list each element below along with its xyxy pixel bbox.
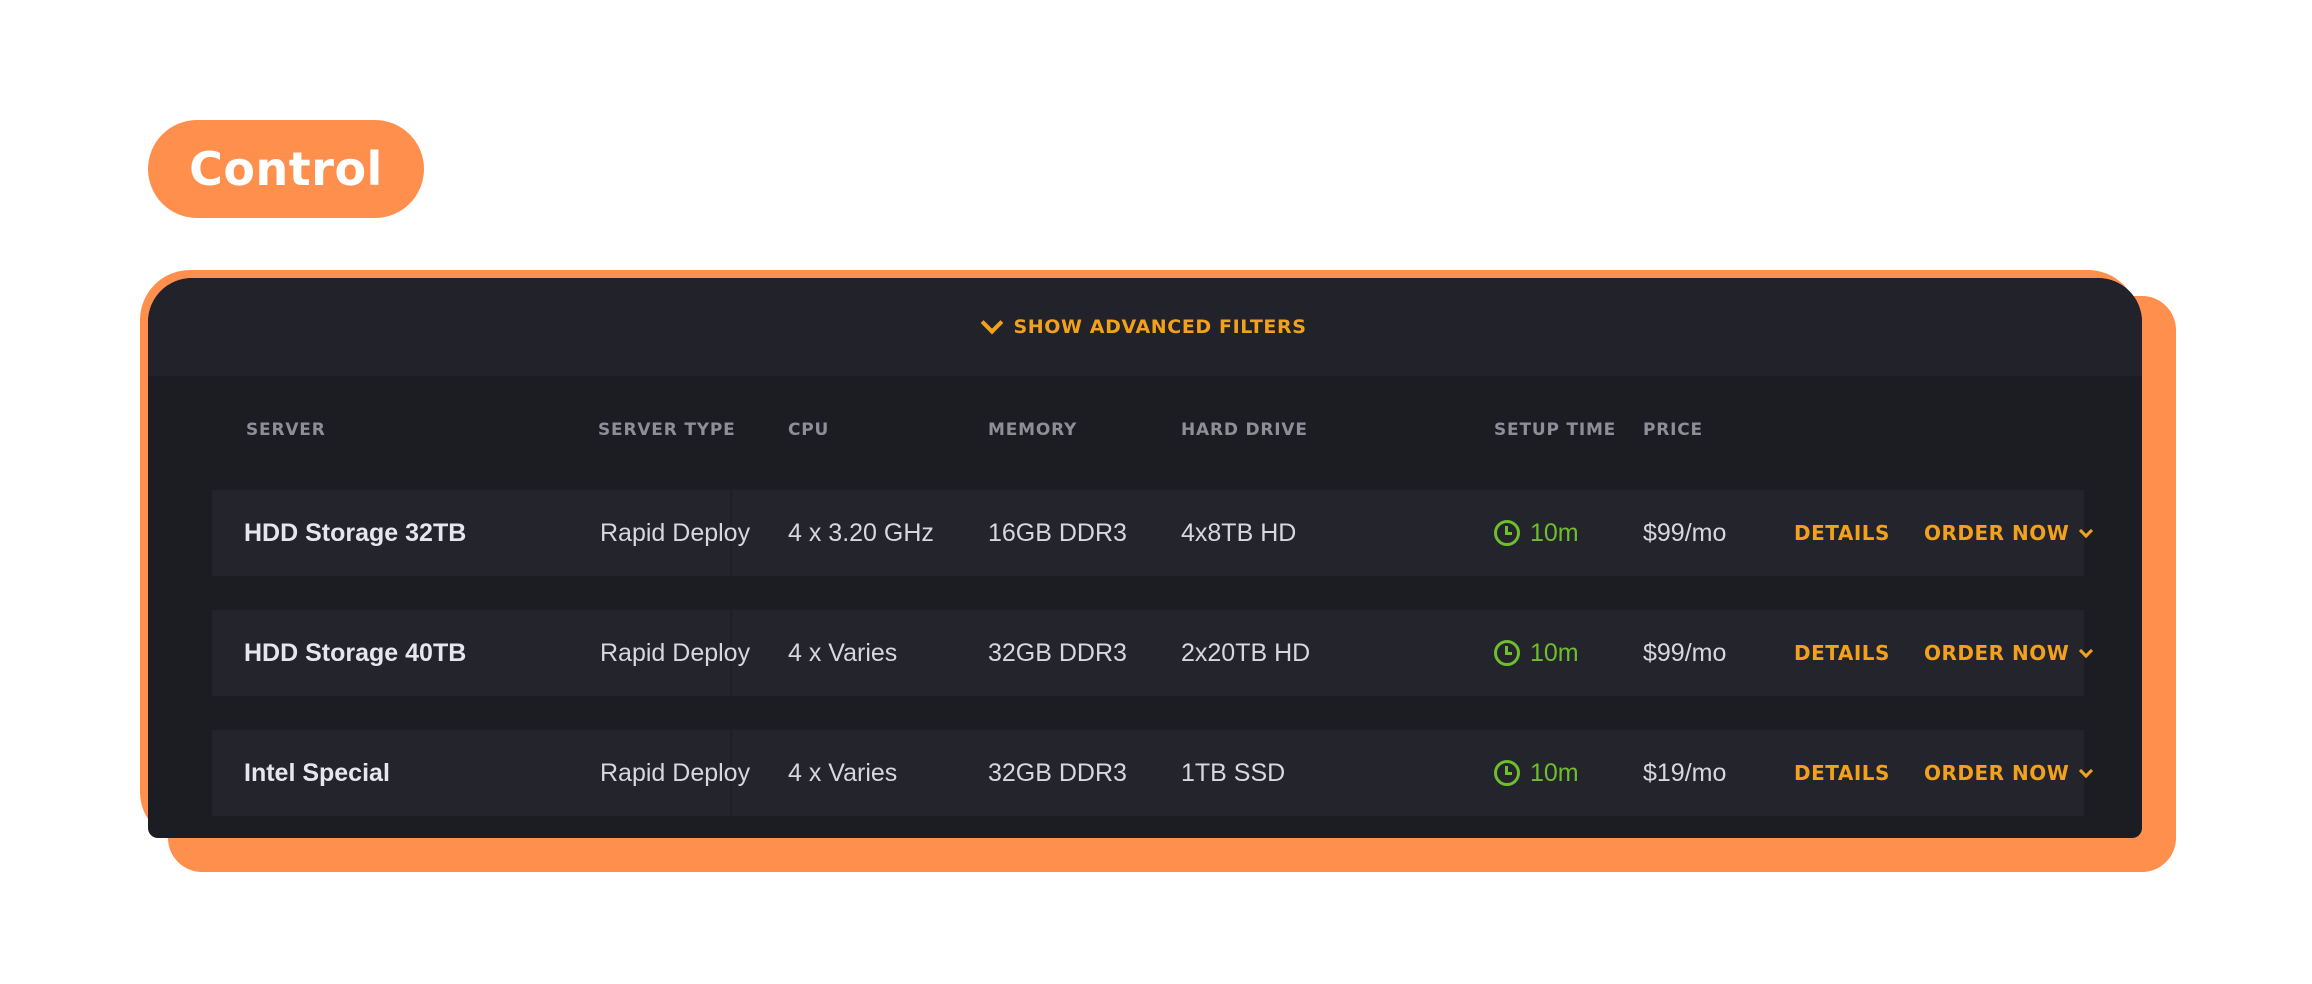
hard-drive-value: 4x8TB HD [1181,518,1297,547]
column-header-server-type: SERVER TYPE [598,420,736,440]
canvas: Control SHOW ADVANCED FILTERS SERVER SER… [0,0,2312,984]
cpu-value: 4 x 3.20 GHz [788,518,934,547]
chevron-down-icon [2079,643,2094,658]
column-header-setup-time: SETUP TIME [1494,420,1617,440]
clock-icon [1494,520,1520,546]
order-now-label: ORDER NOW [1924,521,2070,545]
control-badge: Control [148,120,424,218]
table-row: Intel Special Rapid Deploy 4 x Varies 32… [212,730,2094,816]
chevron-down-icon [2079,523,2094,538]
column-header-cpu: CPU [788,420,830,440]
column-header-memory: MEMORY [988,420,1078,440]
server-name: HDD Storage 40TB [244,638,467,667]
setup-time: 10m [1494,730,1579,816]
server-list-panel: SHOW ADVANCED FILTERS SERVER SERVER TYPE… [148,278,2142,838]
server-name: Intel Special [244,758,390,787]
setup-time-value: 10m [1530,638,1579,667]
advanced-filters-toggle[interactable]: SHOW ADVANCED FILTERS [148,278,2142,376]
memory-value: 16GB DDR3 [988,518,1127,547]
details-button[interactable]: DETAILS [1794,610,1890,696]
column-header-server: SERVER [246,420,326,440]
memory-value: 32GB DDR3 [988,638,1127,667]
server-type: Rapid Deploy [600,518,751,547]
order-now-label: ORDER NOW [1924,761,2070,785]
setup-time: 10m [1494,490,1579,576]
setup-time-value: 10m [1530,518,1579,547]
chevron-down-icon [980,311,1003,335]
hard-drive-value: 2x20TB HD [1181,638,1311,667]
server-type: Rapid Deploy [600,758,751,787]
clock-icon [1494,640,1520,666]
server-name: HDD Storage 32TB [244,518,467,547]
order-now-label: ORDER NOW [1924,641,2070,665]
chevron-down-icon [2079,763,2094,778]
hard-drive-value: 1TB SSD [1181,758,1286,787]
table-header: SERVER SERVER TYPE CPU MEMORY HARD DRIVE… [148,420,2142,444]
server-type: Rapid Deploy [600,638,751,667]
details-button[interactable]: DETAILS [1794,730,1890,816]
details-button[interactable]: DETAILS [1794,490,1890,576]
cpu-value: 4 x Varies [788,758,898,787]
order-now-button[interactable]: ORDER NOW [1924,730,2094,816]
memory-value: 32GB DDR3 [988,758,1127,787]
price-value: $99/mo [1643,638,1727,667]
table-row: HDD Storage 32TB Rapid Deploy 4 x 3.20 G… [212,490,2094,576]
setup-time: 10m [1494,610,1579,696]
advanced-filters-label: SHOW ADVANCED FILTERS [1013,316,1307,338]
clock-icon [1494,760,1520,786]
price-value: $99/mo [1643,518,1727,547]
column-header-price: PRICE [1643,420,1703,440]
order-now-button[interactable]: ORDER NOW [1924,610,2094,696]
cpu-value: 4 x Varies [788,638,898,667]
order-now-button[interactable]: ORDER NOW [1924,490,2094,576]
table-row: HDD Storage 40TB Rapid Deploy 4 x Varies… [212,610,2094,696]
price-value: $19/mo [1643,758,1727,787]
setup-time-value: 10m [1530,758,1579,787]
column-header-hard-drive: HARD DRIVE [1181,420,1308,440]
